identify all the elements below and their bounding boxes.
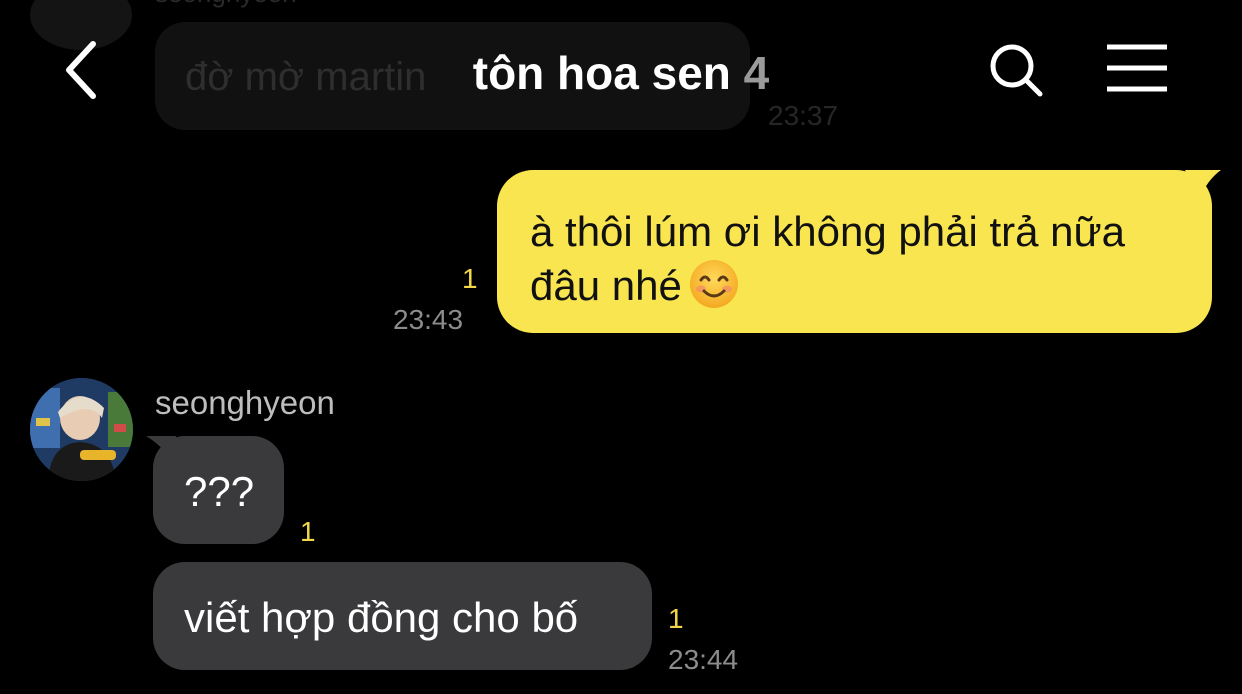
hamburger-menu-icon[interactable] — [1102, 42, 1172, 96]
message-time: 23:43 — [393, 304, 464, 335]
sender-name: seonghyeon — [155, 384, 335, 421]
unread-count: 1 — [462, 263, 478, 294]
chat-title: tôn hoa sen 4 — [0, 46, 1242, 100]
chat-room-name: tôn hoa sen — [472, 47, 731, 99]
smiling-face-icon — [688, 258, 740, 310]
my-message-line-2: đâu nhé — [530, 258, 1200, 312]
unread-count: 1 — [668, 603, 684, 634]
my-message-line-1: à thôi lúm ơi không phải trả nữa — [530, 208, 1125, 255]
bubble-tail — [1185, 170, 1221, 200]
my-message-text: à thôi lúm ơi không phải trả nữa đâu nhé — [530, 205, 1200, 312]
message-time: 23:44 — [668, 644, 739, 675]
member-count: 4 — [743, 47, 770, 99]
their-message-text: ??? — [184, 468, 255, 515]
avatar[interactable] — [30, 378, 133, 481]
search-icon[interactable] — [984, 40, 1048, 100]
their-message-text: viết hợp đồng cho bố — [184, 594, 579, 641]
unread-count: 1 — [300, 516, 316, 547]
my-message-line-2-text: đâu nhé — [530, 262, 682, 309]
